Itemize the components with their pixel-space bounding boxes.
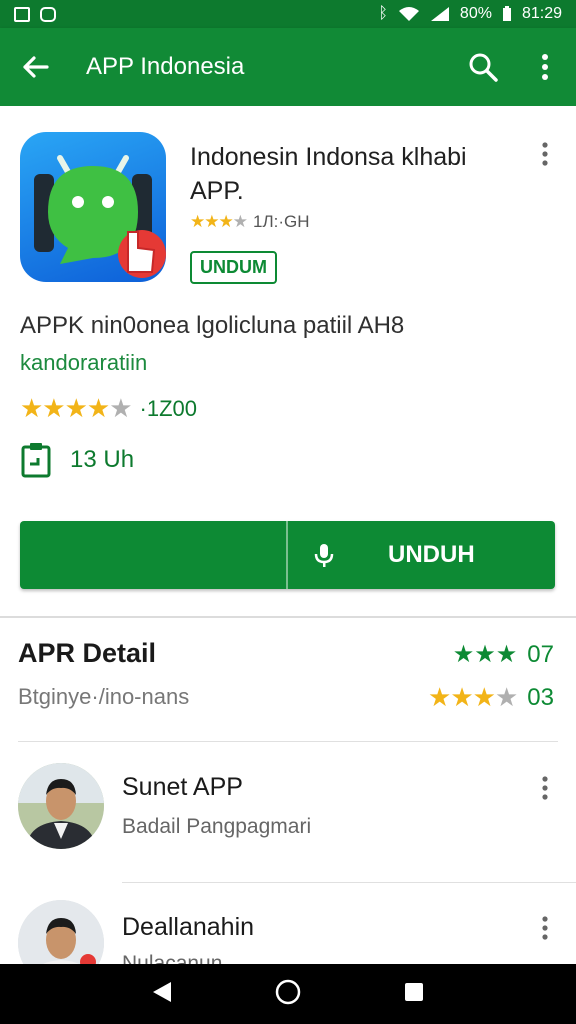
arrow-back-icon — [23, 56, 49, 78]
list-item-overflow-menu[interactable] — [530, 768, 560, 808]
battery-icon — [502, 6, 511, 21]
wifi-icon — [398, 7, 419, 21]
nav-home-button[interactable] — [275, 979, 301, 1010]
avatar[interactable] — [18, 763, 104, 849]
signal-icon — [430, 7, 449, 21]
more-vert-icon — [542, 54, 548, 80]
more-vert-icon — [542, 916, 548, 940]
section-divider — [0, 616, 576, 618]
bluetooth-icon: ᛒ — [378, 5, 388, 22]
app-description: APPK nin0onea lgolicluna patiil AH8 — [20, 312, 405, 339]
triangle-back-icon — [153, 981, 171, 1002]
rating-stars: ★★★★ — [428, 682, 518, 712]
navigation-bar — [0, 964, 576, 1024]
app-bar-title: APP Indonesia — [86, 53, 245, 80]
details-title: APR Detail — [18, 638, 157, 668]
gallery-notification-icon — [14, 6, 30, 22]
developer-name[interactable]: kandoraratiin — [20, 350, 147, 376]
android-chat-icon — [34, 155, 166, 278]
status-left — [14, 6, 56, 22]
circle-home-icon — [275, 979, 301, 1004]
app-icon[interactable] — [20, 132, 166, 282]
app-size: 13 Uh — [70, 446, 135, 473]
more-vert-icon — [542, 142, 548, 166]
status-right: ᛒ 80% 81:29 — [378, 5, 562, 23]
battery-percent: 80% — [459, 5, 492, 22]
app-bar: APP Indonesia — [0, 28, 576, 106]
install-button-label: UNDUH — [388, 541, 475, 568]
install-button-left — [20, 521, 288, 589]
install-button[interactable]: UNDUH — [20, 521, 555, 589]
nav-back-button[interactable] — [151, 980, 173, 1009]
search-icon — [469, 53, 498, 82]
back-button[interactable] — [0, 28, 70, 106]
details-rating-2-value: 03 — [527, 683, 554, 711]
mic-icon-wrap — [288, 542, 360, 568]
app-notification-icon — [40, 6, 56, 22]
small-rating: ★★★★ 1Л:·GH — [190, 212, 309, 232]
clock: 81:29 — [521, 5, 562, 22]
details-subtitle: Btginye·/ino-nans — [18, 684, 190, 709]
list-item-overflow-menu[interactable] — [530, 908, 560, 948]
status-bar: ᛒ 80% 81:29 — [0, 0, 576, 28]
clipboard-icon — [21, 443, 51, 478]
more-vert-icon — [542, 776, 548, 800]
search-button[interactable] — [452, 28, 514, 106]
rating-summary: ★★★★★ ·1Z00 — [20, 393, 197, 424]
rating-stars: ★★★★ — [190, 212, 248, 231]
details-rating-1-value: 07 — [527, 640, 554, 668]
app-overflow-menu[interactable] — [530, 134, 560, 174]
size-row: 13 Uh — [20, 442, 134, 478]
small-rating-text: 1Л:·GH — [252, 212, 310, 231]
green-stars: ★★★ — [452, 641, 518, 668]
app-name: Indonesin Indonsa klhabi APP. — [190, 143, 467, 205]
person-photo — [18, 763, 104, 849]
details-rating-2: ★★★★ 03 — [428, 682, 554, 713]
details-rating-1: ★★★ 07 — [453, 640, 554, 669]
mic-icon — [314, 544, 334, 567]
square-recents-icon — [405, 982, 423, 1001]
divider — [18, 741, 558, 742]
divider — [122, 882, 576, 883]
list-item-title[interactable]: Sunet APP — [122, 773, 243, 802]
download-badge[interactable]: UNDUM — [190, 251, 277, 284]
rating-count: ·1Z00 — [139, 395, 198, 421]
list-item-title[interactable]: Deallanahin — [122, 913, 254, 942]
list-item-subtitle: Badail Pangpagmari — [122, 815, 312, 838]
nav-recents-button[interactable] — [403, 981, 425, 1008]
more-options-button[interactable] — [514, 28, 576, 106]
rating-stars: ★★★★★ — [20, 393, 133, 423]
